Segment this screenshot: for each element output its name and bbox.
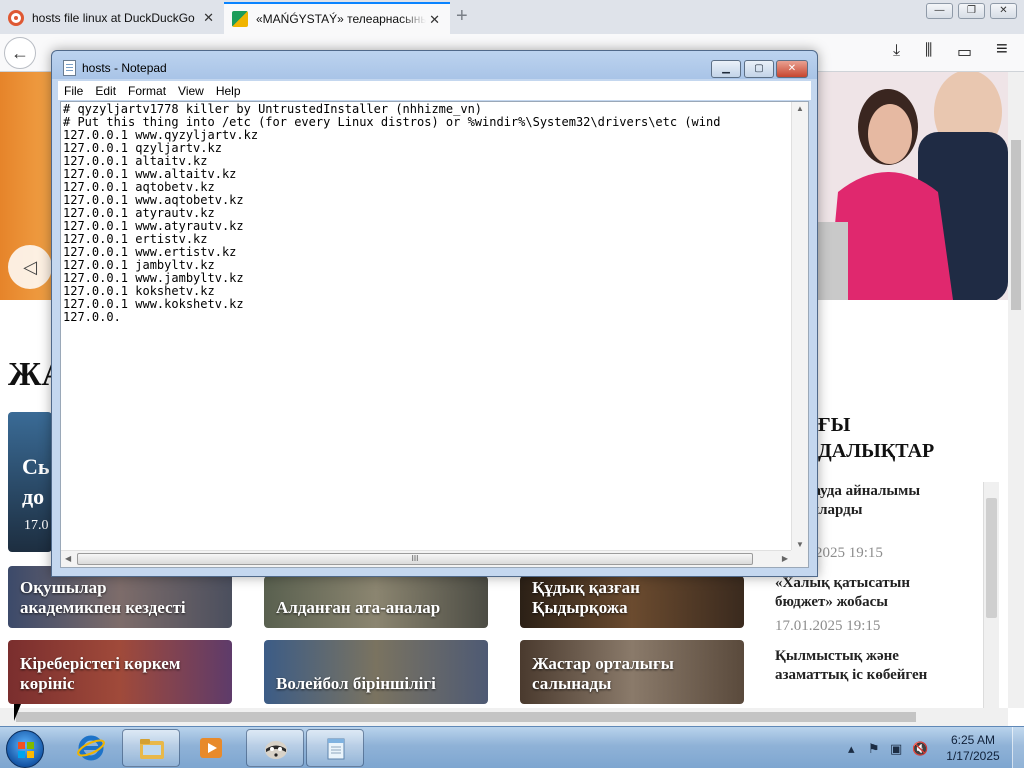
clock-date: 1/17/2025 <box>946 749 1000 763</box>
news-card-caption: Алданған ата-аналар <box>276 598 441 617</box>
notepad-menu-bar: File Edit Format View Help <box>58 81 811 100</box>
sidebar-scroll-thumb[interactable] <box>986 498 997 618</box>
taskbar-firefox[interactable] <box>246 729 304 767</box>
back-button[interactable]: ← <box>4 37 36 69</box>
sidebar-news-date: 17.01.2025 19:15 <box>775 618 881 634</box>
browser-minimize-button[interactable]: — <box>926 3 953 19</box>
news-card-caption: Волейбол біріншілігі <box>276 674 436 693</box>
sidebar-news-item[interactable]: «Халық қатысатын бюджет» жобасы 17.01.20… <box>775 574 980 635</box>
scroll-down-arrow-icon[interactable]: ▼ <box>796 540 804 549</box>
sidebar-news-item[interactable]: Қылмыстық және азаматтық іс көбейген <box>775 647 980 685</box>
start-button[interactable] <box>6 730 44 768</box>
tab-mangystau[interactable]: «MAŃǴYSTAÝ» телеарнасының ✕ <box>224 2 450 34</box>
hamburger-menu-icon[interactable]: ≡ <box>996 38 1008 61</box>
menu-edit[interactable]: Edit <box>89 81 122 100</box>
feature-news-card[interactable]: Сь до 17.0 <box>8 412 52 552</box>
news-card[interactable]: Кіреберістегі көркем көрініс <box>8 640 232 704</box>
windows-logo-icon <box>18 742 34 758</box>
sidebar-news-title: «Халық қатысатын бюджет» жобасы <box>775 575 910 610</box>
notepad-title: hosts - Notepad <box>82 61 167 75</box>
system-tray: ▴ ⚑ ▣ 🔇 6:25 AM 1/17/2025 <box>842 727 1024 769</box>
duckduckgo-favicon-icon <box>8 10 24 26</box>
volume-muted-icon[interactable]: 🔇 <box>912 741 928 757</box>
notepad-app-icon <box>327 738 345 760</box>
news-card-caption: Жастар орталығы салынады <box>532 654 674 693</box>
raccoon-app-icon <box>265 741 287 759</box>
taskbar-file-explorer[interactable] <box>122 729 180 767</box>
windows-taskbar: ▴ ⚑ ▣ 🔇 6:25 AM 1/17/2025 <box>0 726 1024 769</box>
sidebar-heading-line: ҒЫ <box>818 414 851 436</box>
page-horizontal-scroll-thumb[interactable] <box>16 712 916 722</box>
tab-duckduckgo[interactable]: hosts file linux at DuckDuckGo ✕ <box>0 2 224 34</box>
new-tab-button[interactable]: + <box>456 5 468 28</box>
news-card-caption: Құдық қазған Қыдырқожа <box>532 578 640 617</box>
notepad-icon <box>63 60 76 76</box>
news-card-caption: Оқушылар академикпен кездесті <box>20 578 186 617</box>
feature-title-line: Сь <box>22 454 50 479</box>
menu-help[interactable]: Help <box>210 81 247 100</box>
page-horizontal-scrollbar[interactable] <box>0 708 1008 726</box>
notepad-window[interactable]: hosts - Notepad ▁ ▢ ✕ File Edit Format V… <box>51 50 818 577</box>
downloads-icon[interactable]: ⤓ <box>893 42 900 60</box>
menu-file[interactable]: File <box>58 81 89 100</box>
system-clock[interactable]: 6:25 AM 1/17/2025 <box>942 732 1004 764</box>
news-card[interactable]: Құдық қазған Қыдырқожа <box>520 576 744 628</box>
news-card[interactable]: Волейбол біріншілігі <box>264 640 488 704</box>
browser-maximize-button[interactable]: ❐ <box>958 3 985 19</box>
internet-explorer-icon <box>77 735 105 761</box>
show-desktop-button[interactable] <box>1012 727 1024 769</box>
mouse-cursor-icon <box>14 704 21 721</box>
tab-close-icon[interactable]: ✕ <box>203 10 214 26</box>
scroll-left-arrow-icon[interactable]: ◀ <box>65 554 71 563</box>
news-card[interactable]: Жастар орталығы салынады <box>520 640 744 704</box>
taskbar-media-player[interactable] <box>182 729 240 767</box>
sidebar-heading: ҒЫ ДАЛЫҚТАР <box>818 412 934 464</box>
folder-icon <box>140 739 164 759</box>
network-icon[interactable]: ▣ <box>890 741 902 757</box>
tab-close-icon[interactable]: ✕ <box>429 12 440 28</box>
sidebar-toggle-icon[interactable]: ▭ <box>957 42 972 62</box>
hero-presenters-photo <box>818 72 1008 300</box>
feature-date: 17.0 <box>24 518 49 533</box>
notepad-minimize-button[interactable]: ▁ <box>711 60 741 78</box>
browser-close-button[interactable]: ✕ <box>990 3 1017 19</box>
sidebar-scrollbar[interactable] <box>983 482 999 722</box>
page-vertical-scrollbar[interactable] <box>1008 72 1024 708</box>
scroll-up-arrow-icon[interactable]: ▲ <box>796 104 804 113</box>
clock-time: 6:25 AM <box>950 733 996 747</box>
menu-view[interactable]: View <box>172 81 210 100</box>
sidebar-news-title: Қылмыстық және азаматтық іс көбейген <box>775 648 928 683</box>
mangystau-favicon-icon <box>232 11 248 27</box>
tab-title: «MAŃǴYSTAÝ» телеарнасының <box>256 12 426 26</box>
slider-prev-button[interactable]: ◁ <box>8 245 52 289</box>
feature-title-line: до <box>22 484 45 509</box>
notepad-text-area[interactable]: # qyzyljartv1778 killer by UntrustedInst… <box>60 101 809 568</box>
library-icon[interactable]: ⫼ <box>925 42 932 60</box>
scrollbar-corner <box>791 550 808 567</box>
show-hidden-icons-icon[interactable]: ▴ <box>848 741 855 757</box>
notepad-maximize-button[interactable]: ▢ <box>744 60 774 78</box>
browser-tab-bar: hosts file linux at DuckDuckGo ✕ «MAŃǴYS… <box>0 0 1024 34</box>
media-player-icon <box>200 738 222 758</box>
action-center-flag-icon[interactable]: ⚑ <box>868 741 880 757</box>
taskbar-internet-explorer[interactable] <box>62 729 120 767</box>
notepad-close-button[interactable]: ✕ <box>776 60 808 78</box>
tab-title: hosts file linux at DuckDuckGo <box>32 11 195 25</box>
taskbar-notepad[interactable] <box>306 729 364 767</box>
scroll-right-arrow-icon[interactable]: ▶ <box>782 554 788 563</box>
menu-format[interactable]: Format <box>122 81 172 100</box>
news-card[interactable]: Алданған ата-аналар <box>264 576 488 628</box>
page-vertical-scroll-thumb[interactable] <box>1011 140 1021 310</box>
hosts-file-content[interactable]: # qyzyljartv1778 killer by UntrustedInst… <box>63 103 791 549</box>
notepad-horizontal-scrollbar[interactable]: ◀ III ▶ <box>61 550 792 567</box>
notepad-vertical-scrollbar[interactable]: ▲ ▼ <box>791 102 808 551</box>
news-card-caption: Кіреберістегі көркем көрініс <box>20 654 181 693</box>
notepad-horizontal-scroll-thumb[interactable]: III <box>77 553 753 565</box>
sidebar-heading-line: ДАЛЫҚТАР <box>818 440 935 462</box>
